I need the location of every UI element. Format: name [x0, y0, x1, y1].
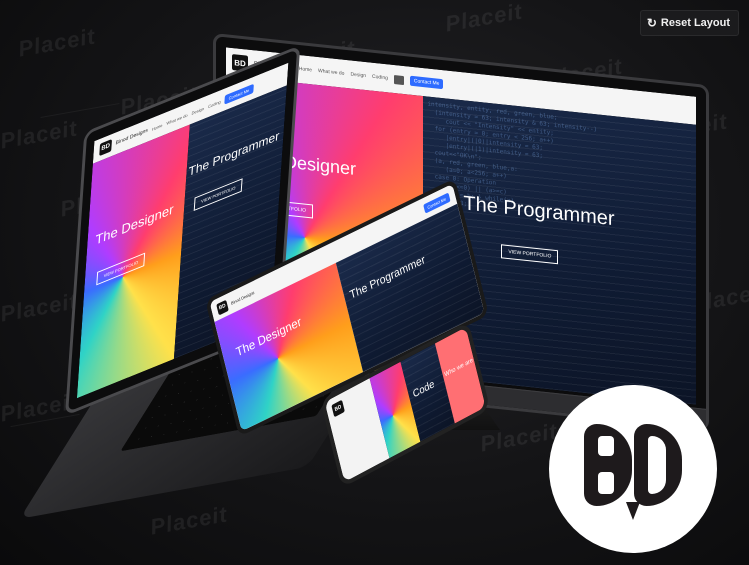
nav-link-design[interactable]: Design	[350, 71, 366, 79]
watermark-line	[40, 103, 120, 118]
nav-link-coding[interactable]: Coding	[372, 74, 388, 82]
bd-logo-icon	[578, 414, 688, 524]
site-logo[interactable]: BD	[331, 399, 345, 418]
user-icon[interactable]	[393, 74, 404, 85]
mockup-stage: Placeit Placeit Placeit Placeit Placeit …	[0, 0, 749, 565]
nav-link-what-we-do[interactable]: What we do	[166, 112, 187, 126]
reset-icon: ↻	[646, 16, 657, 30]
nav-link-what-we-do[interactable]: What we do	[318, 68, 344, 77]
phone-who-title: Who we are	[443, 357, 474, 379]
laptop-programmer-portfolio-button[interactable]: VIEW PORTFOLIO	[193, 178, 243, 212]
laptop-designer-panel: The Designer VIEW PORTFOLIO	[76, 124, 190, 399]
brand-logo-badge	[549, 385, 717, 553]
tablet-programmer-title: The Programmer	[348, 253, 427, 302]
phone-code-title: Code	[411, 378, 436, 401]
reset-layout-label: Reset Layout	[660, 17, 730, 29]
watermark: Placeit	[16, 23, 98, 62]
nav-link-coding[interactable]: Coding	[208, 98, 221, 108]
contact-button[interactable]: Contact Me	[409, 75, 444, 90]
reset-layout-button[interactable]: ↻ Reset Layout	[639, 10, 739, 36]
watermark: Placeit	[148, 501, 230, 540]
nav-link-home[interactable]: Home	[299, 66, 312, 73]
nav-link-home[interactable]: Home	[152, 122, 163, 131]
laptop-programmer-title: The Programmer	[188, 128, 280, 180]
tablet-designer-title: The Designer	[234, 314, 303, 360]
laptop-designer-portfolio-button[interactable]: VIEW PORTFOLIO	[96, 252, 146, 286]
nav-link-design[interactable]: Design	[191, 105, 204, 115]
site-logo[interactable]: BD	[216, 299, 229, 315]
watermark: Placeit	[443, 0, 525, 37]
laptop-designer-title: The Designer	[94, 200, 175, 248]
site-logo[interactable]: BD	[99, 138, 113, 157]
